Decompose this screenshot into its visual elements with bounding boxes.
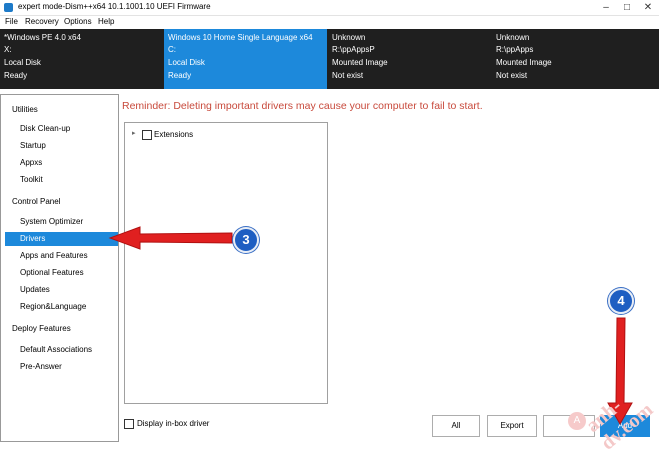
menu-recovery[interactable]: Recovery bbox=[25, 17, 59, 26]
sidebar-item-label: Region&Language bbox=[20, 302, 87, 311]
image-name: *Windows PE 4.0 x64 bbox=[4, 33, 81, 42]
sidebar-item-system-optimizer[interactable]: System Optimizer bbox=[5, 215, 118, 229]
sidebar-section-utilities: Utilities bbox=[12, 105, 38, 114]
sidebar-item-toolkit[interactable]: Toolkit bbox=[5, 173, 118, 187]
sidebar-item-label: Drivers bbox=[20, 234, 46, 243]
image-column-win10[interactable]: Windows 10 Home Single Language x64 C: L… bbox=[164, 29, 327, 89]
sidebar-item-appxs[interactable]: Appxs bbox=[5, 156, 118, 170]
display-inbox-checkbox[interactable] bbox=[124, 419, 134, 429]
expand-arrow-icon[interactable]: ▸ bbox=[132, 129, 136, 137]
extensions-checkbox[interactable] bbox=[142, 130, 152, 140]
sidebar-item-label: Optional Features bbox=[20, 268, 84, 277]
minimize-button[interactable]: – bbox=[596, 0, 616, 15]
sidebar-item-startup[interactable]: Startup bbox=[5, 139, 118, 153]
image-status: Not exist bbox=[332, 71, 364, 80]
driver-tree: ▸ Extensions bbox=[124, 122, 328, 404]
sidebar-section-deploy-features: Deploy Features bbox=[12, 324, 71, 333]
sidebar-item-optional-features[interactable]: Optional Features bbox=[5, 266, 118, 280]
image-column-winpe[interactable]: *Windows PE 4.0 x64 X: Local Disk Ready bbox=[0, 29, 163, 89]
sidebar-item-updates[interactable]: Updates bbox=[5, 283, 118, 297]
sidebar-item-region-language[interactable]: Region&Language bbox=[5, 300, 118, 314]
display-inbox-label: Display in-box driver bbox=[137, 419, 210, 428]
sidebar-section-control-panel: Control Panel bbox=[12, 197, 61, 206]
menu-file[interactable]: File bbox=[5, 17, 18, 26]
sidebar-item-label: Disk Clean-up bbox=[20, 124, 71, 133]
image-status: Ready bbox=[4, 71, 28, 80]
sidebar-item-pre-answer[interactable]: Pre-Answer bbox=[5, 360, 118, 374]
image-drive: C: bbox=[168, 45, 176, 54]
sidebar-item-default-associations[interactable]: Default Associations bbox=[5, 343, 118, 357]
image-type: Mounted Image bbox=[332, 58, 388, 67]
tree-item-extensions[interactable]: Extensions bbox=[154, 130, 193, 139]
menu-bar: File Recovery Options Help bbox=[0, 16, 659, 28]
menu-options[interactable]: Options bbox=[64, 17, 92, 26]
watermark-text: anh-dv.com bbox=[582, 394, 658, 455]
callout-step-4: 4 bbox=[608, 288, 634, 314]
app-icon bbox=[4, 3, 13, 12]
sidebar-item-label: Pre-Answer bbox=[20, 362, 62, 371]
image-type: Local Disk bbox=[168, 58, 205, 67]
all-button[interactable]: All bbox=[432, 415, 480, 437]
window-title: expert mode-Dism++x64 10.1.1001.10 UEFI … bbox=[18, 2, 211, 11]
sidebar-item-apps-and-features[interactable]: Apps and Features bbox=[5, 249, 118, 263]
image-column-unknown-1[interactable]: Unknown R:\ppAppsP Mounted Image Not exi… bbox=[328, 29, 491, 89]
sidebar-item-label: Toolkit bbox=[20, 175, 43, 184]
image-drive: R:\ppApps bbox=[496, 45, 534, 54]
image-status: Not exist bbox=[496, 71, 528, 80]
sidebar-item-drivers[interactable]: Drivers bbox=[5, 232, 118, 246]
close-button[interactable]: ✕ bbox=[638, 0, 658, 15]
image-status: Ready bbox=[168, 71, 192, 80]
image-name: Windows 10 Home Single Language x64 bbox=[168, 33, 313, 42]
image-drive: R:\ppAppsP bbox=[332, 45, 375, 54]
reminder-text: Reminder: Deleting important drivers may… bbox=[122, 100, 483, 112]
callout-step-3: 3 bbox=[233, 227, 259, 253]
sidebar: Utilities Disk Clean-up Startup Appxs To… bbox=[0, 94, 119, 442]
sidebar-item-label: Apps and Features bbox=[20, 251, 88, 260]
image-type: Local Disk bbox=[4, 58, 41, 67]
sidebar-item-label: Appxs bbox=[20, 158, 43, 167]
image-name: Unknown bbox=[332, 33, 366, 42]
image-selector-bar: *Windows PE 4.0 x64 X: Local Disk Ready … bbox=[0, 29, 659, 89]
sidebar-item-label: Updates bbox=[20, 285, 50, 294]
title-bar: expert mode-Dism++x64 10.1.1001.10 UEFI … bbox=[0, 0, 659, 16]
sidebar-item-label: Startup bbox=[20, 141, 46, 150]
menu-help[interactable]: Help bbox=[98, 17, 114, 26]
image-column-unknown-2[interactable]: Unknown R:\ppApps Mounted Image Not exis… bbox=[492, 29, 655, 89]
maximize-button[interactable]: □ bbox=[617, 0, 637, 15]
image-type: Mounted Image bbox=[496, 58, 552, 67]
sidebar-item-label: System Optimizer bbox=[20, 217, 84, 226]
export-button[interactable]: Export bbox=[487, 415, 537, 437]
image-drive: X: bbox=[4, 45, 12, 54]
sidebar-item-disk-cleanup[interactable]: Disk Clean-up bbox=[5, 122, 118, 136]
image-name: Unknown bbox=[496, 33, 530, 42]
sidebar-item-label: Default Associations bbox=[20, 345, 93, 354]
